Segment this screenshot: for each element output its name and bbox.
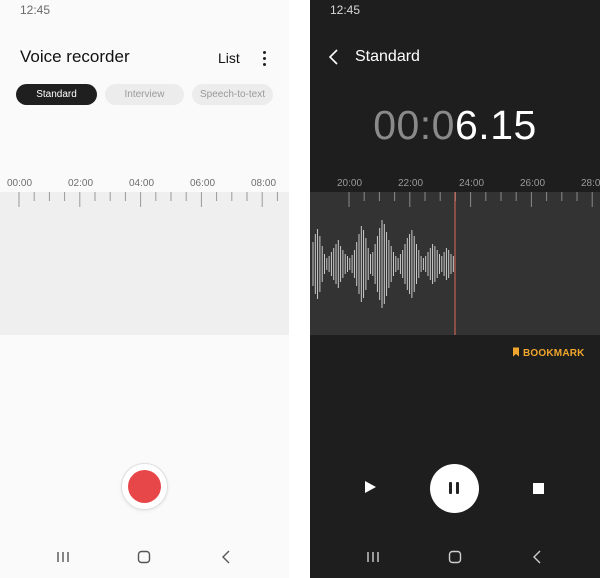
timeline-labels: 20:00 22:00 24:00 26:00 28:0 (310, 178, 600, 192)
recording-screen: 12:45 Standard 00:06.15 20:00 22:00 24:0… (310, 0, 600, 578)
home-icon[interactable] (137, 550, 151, 569)
bookmark-icon (513, 347, 519, 357)
status-time: 12:45 (20, 3, 51, 17)
status-time: 12:45 (330, 3, 361, 17)
timeline-label: 04:00 (129, 178, 155, 189)
timeline-label: 26:00 (520, 178, 546, 189)
timeline-label: 20:00 (337, 178, 363, 189)
nav-back-icon[interactable] (532, 550, 544, 569)
bookmark-button[interactable]: BOOKMARK (512, 347, 585, 359)
home-icon[interactable] (448, 550, 462, 569)
timeline-label: 06:00 (190, 178, 216, 189)
voice-recorder-screen: 12:45 Voice recorder List Standard Inter… (0, 0, 289, 578)
waveform-graphic (312, 192, 593, 335)
list-button[interactable]: List (218, 50, 240, 66)
pause-icon (456, 482, 459, 494)
timeline-label: 00:00 (7, 178, 33, 189)
screen-gap (289, 0, 310, 578)
timeline-label: 22:00 (398, 178, 424, 189)
navigation-bar (0, 546, 289, 572)
waveform-area (310, 192, 600, 335)
kebab-menu-icon[interactable] (258, 49, 270, 67)
elapsed-time: 00:06.15 (310, 102, 600, 149)
recents-icon[interactable] (56, 550, 70, 569)
waveform-area (0, 192, 289, 335)
pause-button[interactable] (430, 464, 479, 513)
back-arrow-icon[interactable] (328, 49, 340, 70)
timeline-ticks (18, 192, 278, 207)
navigation-bar (310, 546, 600, 572)
tab-standard[interactable]: Standard (16, 84, 97, 105)
timeline-labels: 00:00 02:00 04:00 06:00 08:00 (0, 178, 289, 192)
elapsed-time-dim: 00:0 (373, 102, 455, 148)
timeline-label: 24:00 (459, 178, 485, 189)
tab-interview[interactable]: Interview (105, 84, 184, 105)
bookmark-label: BOOKMARK (523, 348, 585, 359)
timeline-label: 28:0 (581, 178, 600, 189)
recents-icon[interactable] (366, 550, 380, 569)
record-dot (128, 470, 161, 503)
tab-speech-to-text[interactable]: Speech-to-text (192, 84, 273, 105)
record-button[interactable] (121, 463, 168, 510)
elapsed-time-bright: 6.15 (455, 102, 537, 148)
timeline-label: 02:00 (68, 178, 94, 189)
timeline-label: 08:00 (251, 178, 277, 189)
nav-back-icon[interactable] (221, 550, 233, 569)
play-icon[interactable] (363, 479, 377, 500)
page-title: Standard (355, 48, 420, 65)
stop-icon[interactable] (533, 483, 544, 494)
page-title: Voice recorder (20, 47, 130, 66)
pause-icon (449, 482, 452, 494)
